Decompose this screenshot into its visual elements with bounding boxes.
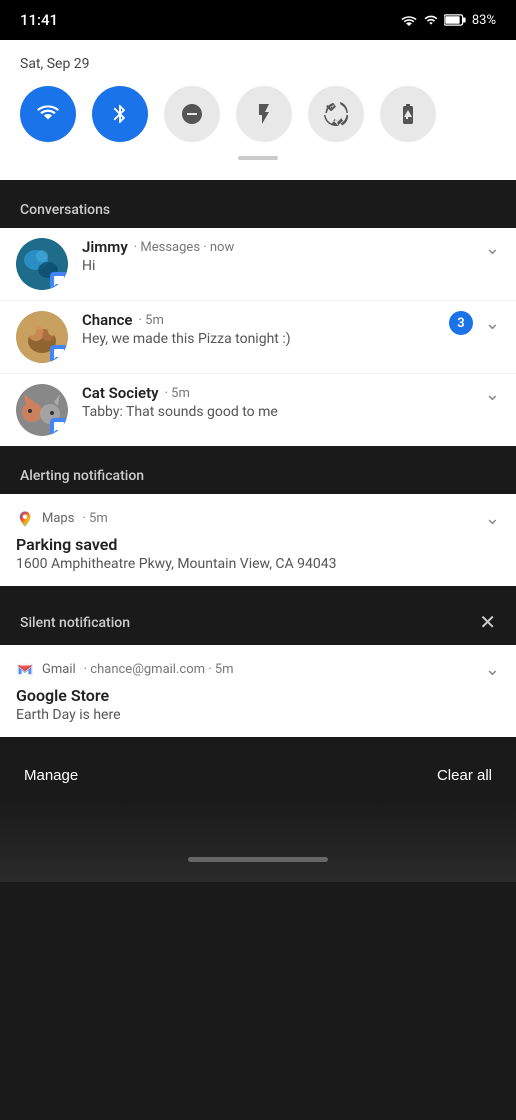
gmail-notif-title: Google Store [16, 686, 500, 705]
avatar-cat-society [16, 384, 68, 436]
home-indicator [188, 857, 328, 862]
bottom-blur-area [0, 802, 516, 882]
messages-badge-cat [50, 418, 68, 436]
avatar-jimmy [16, 238, 68, 290]
messages-badge-chance [50, 345, 68, 363]
silent-section-header: Silent notification ✕ [0, 596, 516, 645]
conv-actions-chance: 3 ⌄ [449, 311, 500, 335]
separator-3 [0, 588, 516, 596]
maps-icon [16, 510, 34, 528]
conv-body-jimmy: Hi [82, 258, 234, 274]
conv-content-jimmy: Jimmy · Messages · now Hi ⌄ [82, 238, 500, 274]
panel-handle [238, 156, 278, 160]
expand-maps-icon[interactable]: ⌄ [485, 508, 500, 529]
silent-label: Silent notification [20, 615, 130, 631]
conversation-cat-society[interactable]: Cat Society · 5m Tabby: That sounds good… [0, 373, 516, 446]
maps-time: · 5m [82, 511, 107, 526]
wifi-status-icon [400, 13, 418, 27]
conv-header-chance: Chance · 5m Hey, we made this Pizza toni… [82, 311, 291, 347]
gmail-app-name: Gmail [42, 662, 76, 677]
separator-2 [0, 446, 516, 454]
status-bar: 11:41 83% [0, 0, 516, 40]
rotation-toggle[interactable] [308, 86, 364, 142]
gmail-icon [16, 661, 34, 679]
quick-settings-panel: Sat, Sep 29 [0, 40, 516, 180]
conv-name-chance: Chance [82, 311, 133, 329]
clear-all-button[interactable]: Clear all [437, 767, 492, 784]
alerting-label: Alerting notification [0, 454, 516, 494]
maps-app-row: Maps · 5m [16, 510, 108, 528]
messages-badge-jimmy [50, 272, 68, 290]
conv-row-cat: Cat Society · 5m Tabby: That sounds good… [82, 384, 500, 420]
expand-gmail-icon[interactable]: ⌄ [485, 659, 500, 680]
bluetooth-toggle[interactable] [92, 86, 148, 142]
conv-meta-jimmy: · Messages · now [134, 240, 234, 255]
conv-name-jimmy: Jimmy [82, 238, 128, 256]
avatar-chance [16, 311, 68, 363]
conv-row-jimmy: Jimmy · Messages · now Hi ⌄ [82, 238, 500, 274]
unread-badge-chance: 3 [449, 311, 473, 335]
date-display: Sat, Sep 29 [20, 56, 496, 72]
gmail-notif-header: Gmail · chance@gmail.com · 5m ⌄ [16, 659, 500, 680]
battery-percentage: 83% [472, 13, 496, 28]
conv-content-chance: Chance · 5m Hey, we made this Pizza toni… [82, 311, 500, 347]
gmail-notif-body: Earth Day is here [16, 707, 500, 723]
conv-body-chance: Hey, we made this Pizza tonight :) [82, 331, 291, 347]
gmail-app-row: Gmail · chance@gmail.com · 5m [16, 661, 234, 679]
wifi-toggle[interactable] [20, 86, 76, 142]
conv-body-cat: Tabby: That sounds good to me [82, 404, 278, 420]
manage-button[interactable]: Manage [24, 767, 78, 784]
maps-notification-card[interactable]: Maps · 5m ⌄ Parking saved 1600 Amphithea… [0, 494, 516, 586]
maps-notif-header: Maps · 5m ⌄ [16, 508, 500, 529]
conv-meta-chance: · 5m [139, 313, 164, 328]
conversations-card: Jimmy · Messages · now Hi ⌄ [0, 228, 516, 446]
conv-header-jimmy: Jimmy · Messages · now Hi [82, 238, 234, 274]
dnd-toggle[interactable] [164, 86, 220, 142]
conv-header-cat: Cat Society · 5m Tabby: That sounds good… [82, 384, 278, 420]
signal-status-icon [424, 13, 438, 27]
status-time: 11:41 [20, 11, 58, 29]
quick-toggles-row [20, 86, 496, 142]
separator-1 [0, 180, 516, 188]
separator-4 [0, 739, 516, 747]
conv-content-cat: Cat Society · 5m Tabby: That sounds good… [82, 384, 500, 420]
conv-meta-cat: · 5m [165, 386, 190, 401]
expand-cat-icon[interactable]: ⌄ [485, 384, 500, 405]
maps-app-name: Maps [42, 511, 74, 526]
conversations-label: Conversations [0, 188, 516, 228]
expand-chance-icon[interactable]: ⌄ [485, 313, 500, 334]
conversation-jimmy[interactable]: Jimmy · Messages · now Hi ⌄ [0, 228, 516, 300]
status-icons: 83% [400, 13, 496, 28]
dismiss-silent-button[interactable]: ✕ [479, 610, 496, 635]
conversation-chance[interactable]: Chance · 5m Hey, we made this Pizza toni… [0, 300, 516, 373]
bottom-action-bar: Manage Clear all [0, 749, 516, 802]
maps-notif-body: 1600 Amphitheatre Pkwy, Mountain View, C… [16, 556, 500, 572]
maps-notif-title: Parking saved [16, 535, 500, 554]
conv-row-chance: Chance · 5m Hey, we made this Pizza toni… [82, 311, 500, 347]
gmail-email: · chance@gmail.com · 5m [84, 662, 234, 677]
gmail-notification-card[interactable]: Gmail · chance@gmail.com · 5m ⌄ Google S… [0, 645, 516, 737]
conv-name-cat: Cat Society [82, 384, 159, 402]
expand-jimmy-icon[interactable]: ⌄ [485, 238, 500, 259]
battery-status-icon [444, 14, 466, 26]
battery-saver-toggle[interactable] [380, 86, 436, 142]
flashlight-toggle[interactable] [236, 86, 292, 142]
